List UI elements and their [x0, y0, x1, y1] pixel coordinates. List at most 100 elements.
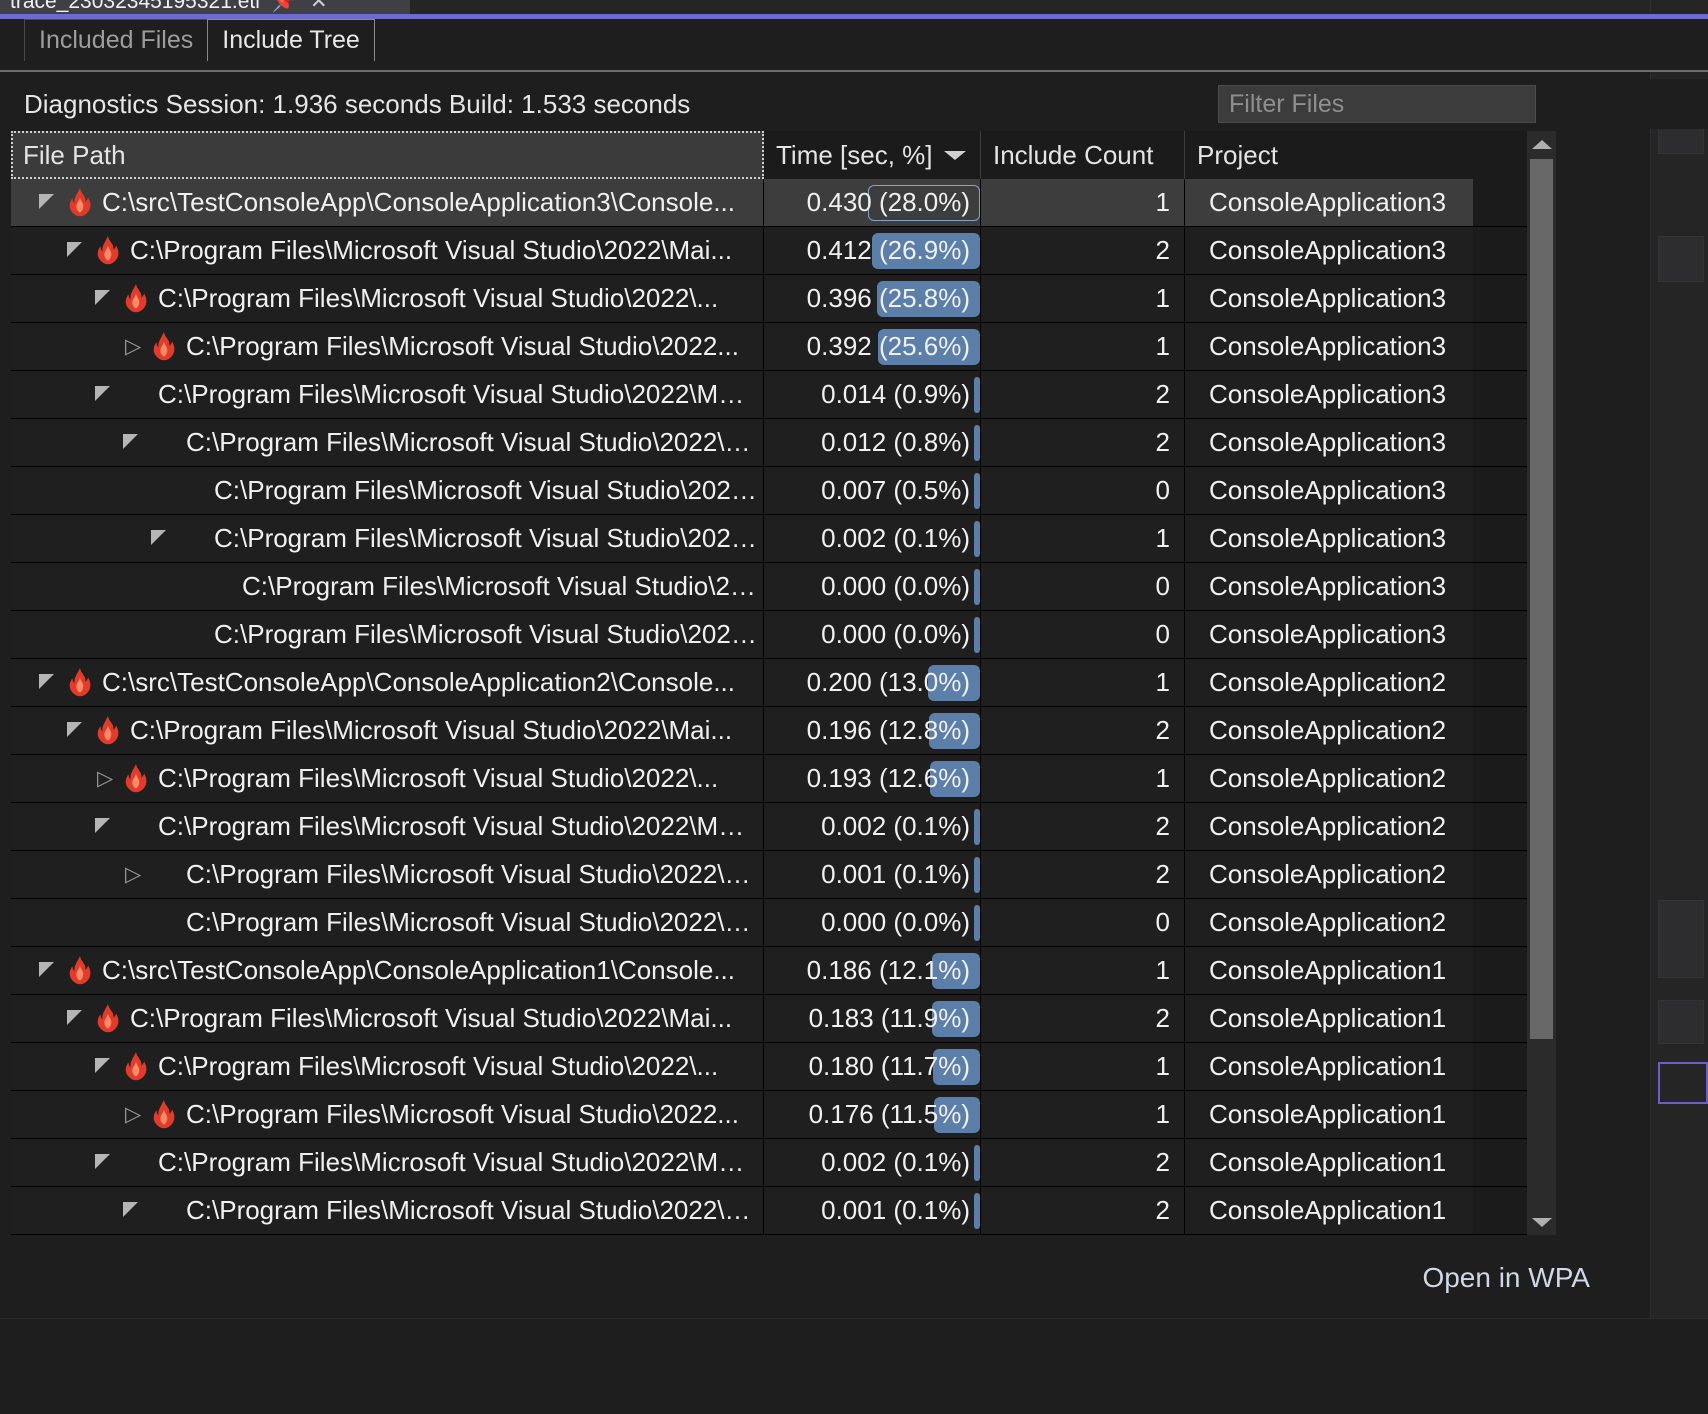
cell-project[interactable]: ConsoleApplication1 [1185, 995, 1473, 1042]
cell-time[interactable]: 0.002 (0.1%) [764, 515, 981, 562]
collapsed-triangle-icon[interactable]: ▷ [121, 1104, 143, 1126]
cell-include-count[interactable]: 1 [981, 323, 1185, 370]
cell-include-count[interactable]: 1 [981, 515, 1185, 562]
cell-project[interactable]: ConsoleApplication2 [1185, 851, 1473, 898]
cell-include-count[interactable]: 2 [981, 995, 1185, 1042]
table-row[interactable]: C:\Program Files\Microsoft Visual Studio… [11, 803, 1529, 851]
vertical-scrollbar[interactable] [1527, 131, 1556, 1235]
cell-file-path[interactable]: C:\Program Files\Microsoft Visual Studio… [11, 227, 764, 274]
cell-project[interactable]: ConsoleApplication2 [1185, 659, 1473, 706]
expanded-triangle-icon[interactable] [121, 432, 143, 454]
cell-include-count[interactable]: 2 [981, 803, 1185, 850]
column-header-time[interactable]: Time [sec, %] [764, 131, 981, 179]
cell-file-path[interactable]: C:\Program Files\Microsoft Visual Studio… [11, 371, 764, 418]
expanded-triangle-icon[interactable] [65, 720, 87, 742]
close-icon[interactable]: ✕ [310, 0, 328, 14]
cell-project[interactable]: ConsoleApplication1 [1185, 1139, 1473, 1186]
cell-project[interactable]: ConsoleApplication1 [1185, 1187, 1473, 1234]
cell-time[interactable]: 0.002 (0.1%) [764, 1139, 981, 1186]
expanded-triangle-icon[interactable] [37, 192, 59, 214]
expanded-triangle-icon[interactable] [93, 816, 115, 838]
expanded-triangle-icon[interactable] [37, 960, 59, 982]
collapsed-triangle-icon[interactable]: ▷ [121, 864, 143, 886]
cell-time[interactable]: 0.186 (12.1%) [764, 947, 981, 994]
cell-file-path[interactable]: C:\Program Files\Microsoft Visual Studio… [11, 419, 764, 466]
table-row[interactable]: C:\Program Files\Microsoft Visual Studio… [11, 227, 1529, 275]
table-row[interactable]: ▷C:\Program Files\Microsoft Visual Studi… [11, 1091, 1529, 1139]
cell-project[interactable]: ConsoleApplication3 [1185, 611, 1473, 658]
cell-project[interactable]: ConsoleApplication2 [1185, 899, 1473, 946]
table-row[interactable]: C:\Program Files\Microsoft Visual Studio… [11, 563, 1529, 611]
cell-include-count[interactable]: 0 [981, 899, 1185, 946]
cell-time[interactable]: 0.176 (11.5%) [764, 1091, 981, 1138]
expanded-triangle-icon[interactable] [93, 384, 115, 406]
cell-project[interactable]: ConsoleApplication3 [1185, 275, 1473, 322]
cell-file-path[interactable]: ▷C:\Program Files\Microsoft Visual Studi… [11, 1091, 764, 1138]
scroll-up-arrow-icon[interactable] [1527, 131, 1556, 157]
cell-file-path[interactable]: C:\Program Files\Microsoft Visual Studio… [11, 275, 764, 322]
cell-file-path[interactable]: ▷C:\Program Files\Microsoft Visual Studi… [11, 323, 764, 370]
scroll-down-arrow-icon[interactable] [1527, 1209, 1556, 1235]
table-row[interactable]: C:\Program Files\Microsoft Visual Studio… [11, 467, 1529, 515]
cell-time[interactable]: 0.001 (0.1%) [764, 1187, 981, 1234]
cell-file-path[interactable]: C:\Program Files\Microsoft Visual Studio… [11, 899, 764, 946]
collapsed-triangle-icon[interactable]: ▷ [93, 768, 115, 790]
vertical-scrollbar-thumb[interactable] [1530, 159, 1553, 1039]
filter-files-input[interactable]: Filter Files [1218, 85, 1536, 123]
cell-include-count[interactable]: 2 [981, 851, 1185, 898]
table-row[interactable]: C:\Program Files\Microsoft Visual Studio… [11, 899, 1529, 947]
table-row[interactable]: C:\Program Files\Microsoft Visual Studio… [11, 515, 1529, 563]
cell-include-count[interactable]: 2 [981, 371, 1185, 418]
cell-include-count[interactable]: 1 [981, 275, 1185, 322]
cell-time[interactable]: 0.193 (12.6%) [764, 755, 981, 802]
table-row[interactable]: ▷C:\Program Files\Microsoft Visual Studi… [11, 755, 1529, 803]
cell-time[interactable]: 0.002 (0.1%) [764, 803, 981, 850]
cell-time[interactable]: 0.430 (28.0%) [764, 179, 981, 226]
table-row[interactable]: C:\src\TestConsoleApp\ConsoleApplication… [11, 179, 1529, 227]
table-row[interactable]: ▷C:\Program Files\Microsoft Visual Studi… [11, 851, 1529, 899]
cell-time[interactable]: 0.196 (12.8%) [764, 707, 981, 754]
cell-project[interactable]: ConsoleApplication1 [1185, 1091, 1473, 1138]
cell-include-count[interactable]: 2 [981, 419, 1185, 466]
table-row[interactable]: C:\src\TestConsoleApp\ConsoleApplication… [11, 947, 1529, 995]
tab-include-tree[interactable]: Include Tree [207, 19, 375, 61]
cell-time[interactable]: 0.200 (13.0%) [764, 659, 981, 706]
cell-file-path[interactable]: ▷C:\Program Files\Microsoft Visual Studi… [11, 755, 764, 802]
cell-file-path[interactable]: C:\Program Files\Microsoft Visual Studio… [11, 611, 764, 658]
cell-time[interactable]: 0.000 (0.0%) [764, 563, 981, 610]
column-header-project[interactable]: Project [1185, 131, 1473, 179]
cell-file-path[interactable]: C:\Program Files\Microsoft Visual Studio… [11, 1139, 764, 1186]
cell-file-path[interactable]: C:\Program Files\Microsoft Visual Studio… [11, 995, 764, 1042]
cell-include-count[interactable]: 2 [981, 1139, 1185, 1186]
expanded-triangle-icon[interactable] [149, 528, 171, 550]
cell-file-path[interactable]: C:\src\TestConsoleApp\ConsoleApplication… [11, 947, 764, 994]
cell-file-path[interactable]: ▷C:\Program Files\Microsoft Visual Studi… [11, 851, 764, 898]
table-row[interactable]: C:\Program Files\Microsoft Visual Studio… [11, 419, 1529, 467]
expanded-triangle-icon[interactable] [93, 1056, 115, 1078]
cell-project[interactable]: ConsoleApplication3 [1185, 227, 1473, 274]
cell-project[interactable]: ConsoleApplication1 [1185, 947, 1473, 994]
cell-project[interactable]: ConsoleApplication3 [1185, 419, 1473, 466]
cell-include-count[interactable]: 1 [981, 947, 1185, 994]
expanded-triangle-icon[interactable] [93, 1152, 115, 1174]
expanded-triangle-icon[interactable] [65, 1008, 87, 1030]
table-row[interactable]: C:\Program Files\Microsoft Visual Studio… [11, 995, 1529, 1043]
cell-file-path[interactable]: C:\Program Files\Microsoft Visual Studio… [11, 707, 764, 754]
cell-time[interactable]: 0.012 (0.8%) [764, 419, 981, 466]
cell-file-path[interactable]: C:\Program Files\Microsoft Visual Studio… [11, 803, 764, 850]
cell-time[interactable]: 0.412 (26.9%) [764, 227, 981, 274]
cell-file-path[interactable]: C:\Program Files\Microsoft Visual Studio… [11, 1043, 764, 1090]
cell-include-count[interactable]: 0 [981, 563, 1185, 610]
cell-project[interactable]: ConsoleApplication2 [1185, 803, 1473, 850]
table-row[interactable]: C:\Program Files\Microsoft Visual Studio… [11, 611, 1529, 659]
cell-include-count[interactable]: 1 [981, 1091, 1185, 1138]
cell-time[interactable]: 0.396 (25.8%) [764, 275, 981, 322]
table-row[interactable]: C:\Program Files\Microsoft Visual Studio… [11, 1043, 1529, 1091]
cell-include-count[interactable]: 1 [981, 179, 1185, 226]
expanded-triangle-icon[interactable] [121, 1200, 143, 1222]
cell-time[interactable]: 0.014 (0.9%) [764, 371, 981, 418]
cell-include-count[interactable]: 1 [981, 755, 1185, 802]
column-header-file-path[interactable]: File Path [11, 131, 764, 179]
sort-descending-caret-icon[interactable] [944, 151, 966, 160]
cell-project[interactable]: ConsoleApplication3 [1185, 467, 1473, 514]
